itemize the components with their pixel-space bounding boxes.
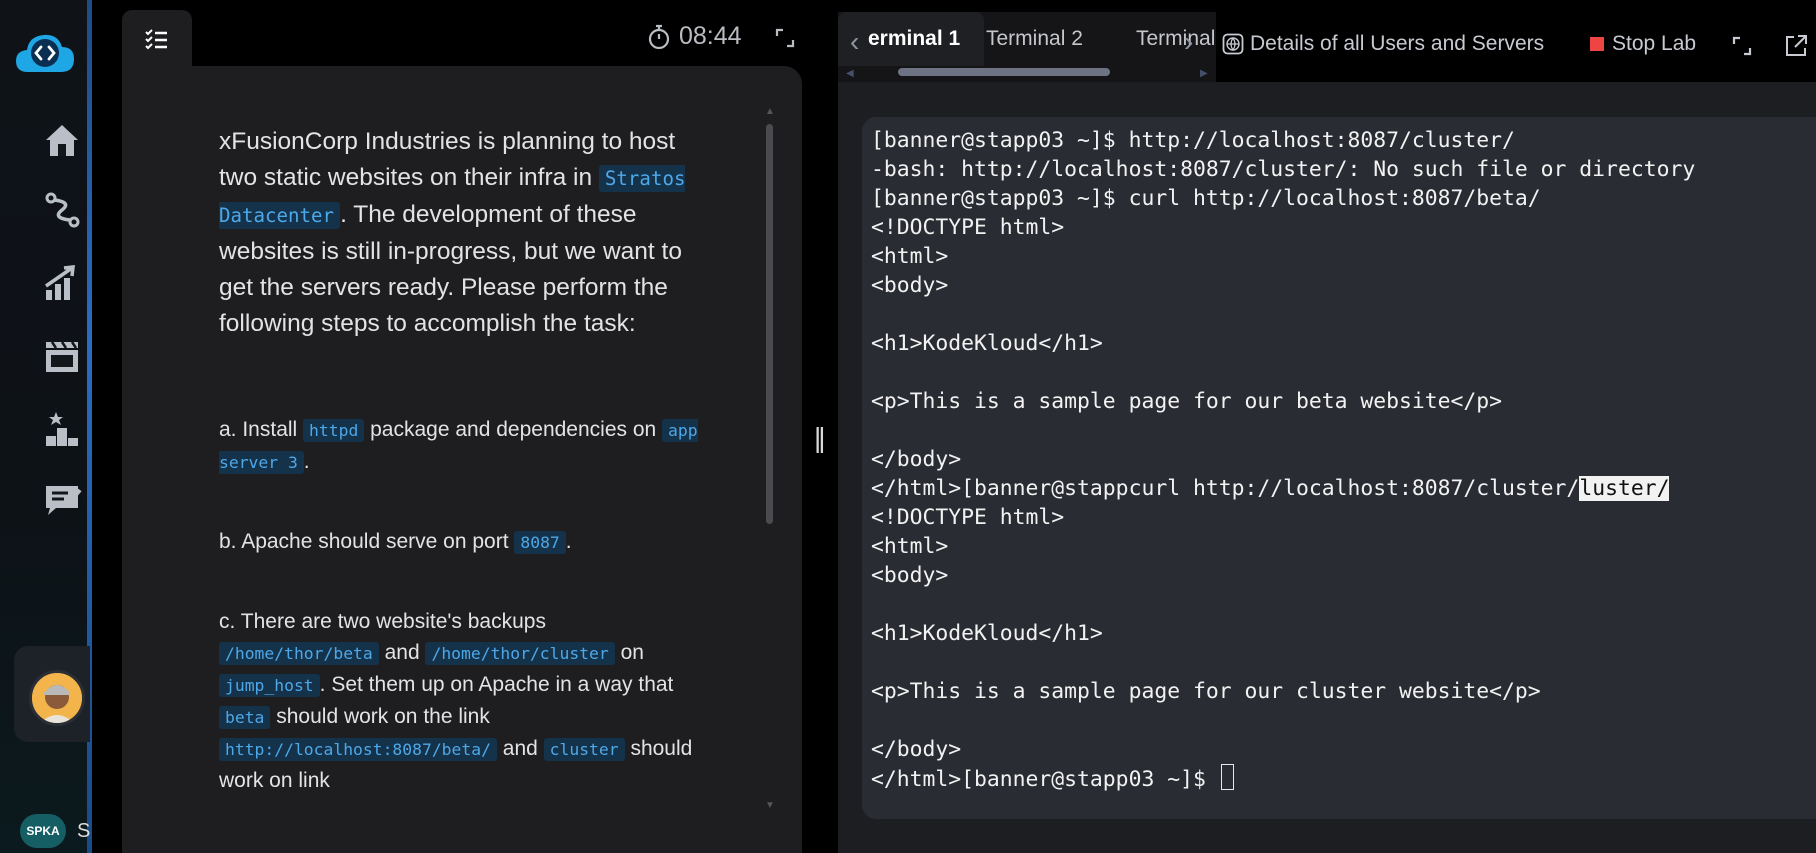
stop-lab-label: Stop Lab <box>1612 32 1697 55</box>
terminal-line: </body> <box>871 737 962 762</box>
timer: 08:44 <box>647 22 742 51</box>
task-list-tab[interactable] <box>122 10 192 72</box>
stop-lab-button[interactable]: Stop Lab <box>1590 32 1696 56</box>
terminal-line: </body> <box>871 447 962 472</box>
tab-terminal-3[interactable]: Terminal <box>1112 12 1216 66</box>
avatar[interactable] <box>29 670 85 726</box>
task-text: and <box>378 641 426 664</box>
scroll-down-arrow[interactable]: ▼ <box>765 800 775 811</box>
task-text: c. There are two website's backups <box>219 610 546 633</box>
task-text: package and dependencies on <box>364 418 663 441</box>
panel-resize-handle[interactable]: || <box>814 422 825 454</box>
inline-code: beta <box>219 706 271 729</box>
leaderboard-icon[interactable] <box>42 408 82 448</box>
scroll-up-arrow[interactable]: ▲ <box>765 106 775 117</box>
courses-icon[interactable] <box>42 336 82 376</box>
terminal-output[interactable]: [banner@stapp03 ~]$ http://localhost:808… <box>871 126 1695 793</box>
expand-icon[interactable] <box>775 28 795 53</box>
terminal-line: <h1>KodeKloud</h1> <box>871 621 1103 646</box>
terminal-line: <p>This is a sample page for our beta we… <box>871 389 1503 414</box>
terminal-line: -bash: http://localhost:8087/cluster/: N… <box>871 157 1696 182</box>
task-text: . <box>565 530 572 553</box>
inline-code: httpd <box>303 419 365 442</box>
task-text: . <box>303 450 310 473</box>
terminal-line: <!DOCTYPE html> <box>871 505 1065 530</box>
terminal-line: <body> <box>871 273 949 298</box>
details-link-label: Details of all Users and Servers <box>1250 32 1545 55</box>
path-icon[interactable] <box>42 190 82 230</box>
tab-label: erminal 1 <box>868 27 961 50</box>
timer-value: 08:44 <box>679 22 742 50</box>
tab-scroll-left[interactable]: ◀ <box>846 68 854 79</box>
tab-scrollbar-thumb[interactable] <box>898 68 1110 76</box>
inline-code: http://localhost:8087/beta/ <box>219 738 497 761</box>
terminal-text: </html>[banner@stappcurl http://localhos… <box>871 476 1580 501</box>
task-step: b. Apache should serve on port 8087. <box>219 526 699 558</box>
task-text: on <box>614 641 644 664</box>
stop-icon <box>1590 37 1604 51</box>
popout-icon[interactable] <box>1784 34 1808 63</box>
user-initials-badge[interactable]: SPKA <box>20 814 66 848</box>
timer-icon <box>648 24 670 49</box>
tab-scroll-right[interactable]: ▶ <box>1200 68 1208 79</box>
task-steps: a. Install httpd package and dependencie… <box>219 414 699 796</box>
expand-icon[interactable] <box>1732 36 1752 61</box>
inline-code: /home/thor/cluster <box>425 642 615 665</box>
tab-label: Terminal 2 <box>986 27 1083 50</box>
task-text: b. Apache should serve on port <box>219 530 515 553</box>
task-text: . Set them up on Apache in a way that <box>319 673 674 696</box>
task-scrollbar-thumb[interactable] <box>766 124 773 524</box>
chevron-right-icon[interactable]: › <box>1184 26 1193 58</box>
inline-code: /home/thor/beta <box>219 642 379 665</box>
task-step: a. Install httpd package and dependencie… <box>219 414 699 478</box>
inline-code: cluster <box>543 738 625 761</box>
inline-code: jump_host <box>219 674 320 697</box>
terminal-line: <!DOCTYPE html> <box>871 215 1065 240</box>
progress-icon[interactable] <box>42 262 82 302</box>
terminal-line: <h1>KodeKloud</h1> <box>871 331 1103 356</box>
task-intro: xFusionCorp Industries is planning to ho… <box>219 124 699 342</box>
terminal-selection: luster/ <box>1579 476 1670 501</box>
inline-code: 8087 <box>514 531 566 554</box>
feedback-icon[interactable] <box>42 480 82 520</box>
task-description: xFusionCorp Industries is planning to ho… <box>219 124 699 818</box>
tab-terminal-2[interactable]: Terminal 2 <box>962 12 1107 66</box>
terminal-line: [banner@stapp03 ~]$ curl http://localhos… <box>871 186 1541 211</box>
terminal-line: </html>[banner@stappcurl http://localhos… <box>871 474 1695 503</box>
task-text: should work on the link <box>270 705 490 728</box>
task-text: a. Install <box>219 418 304 441</box>
task-list-icon <box>145 29 167 50</box>
logo-icon[interactable] <box>14 28 76 78</box>
chevron-left-icon[interactable]: ‹ <box>850 26 859 58</box>
user-name-truncated: S <box>77 820 91 842</box>
task-text: and <box>496 737 544 760</box>
home-icon[interactable] <box>42 120 82 160</box>
terminal-line: <p>This is a sample page for our cluster… <box>871 679 1541 704</box>
terminal-line: </html>[banner@stapp03 ~]$ <box>871 764 1695 793</box>
terminal-line: [banner@stapp03 ~]$ http://localhost:808… <box>871 128 1515 153</box>
globe-icon <box>1222 33 1244 55</box>
terminal-line: <body> <box>871 563 949 588</box>
task-step: c. There are two website's backups /home… <box>219 606 699 796</box>
terminal-line: <html> <box>871 534 949 559</box>
details-link[interactable]: Details of all Users and Servers <box>1222 32 1544 56</box>
terminal-line: <html> <box>871 244 949 269</box>
tab-label: Terminal <box>1136 27 1216 50</box>
terminal-cursor <box>1220 764 1234 790</box>
